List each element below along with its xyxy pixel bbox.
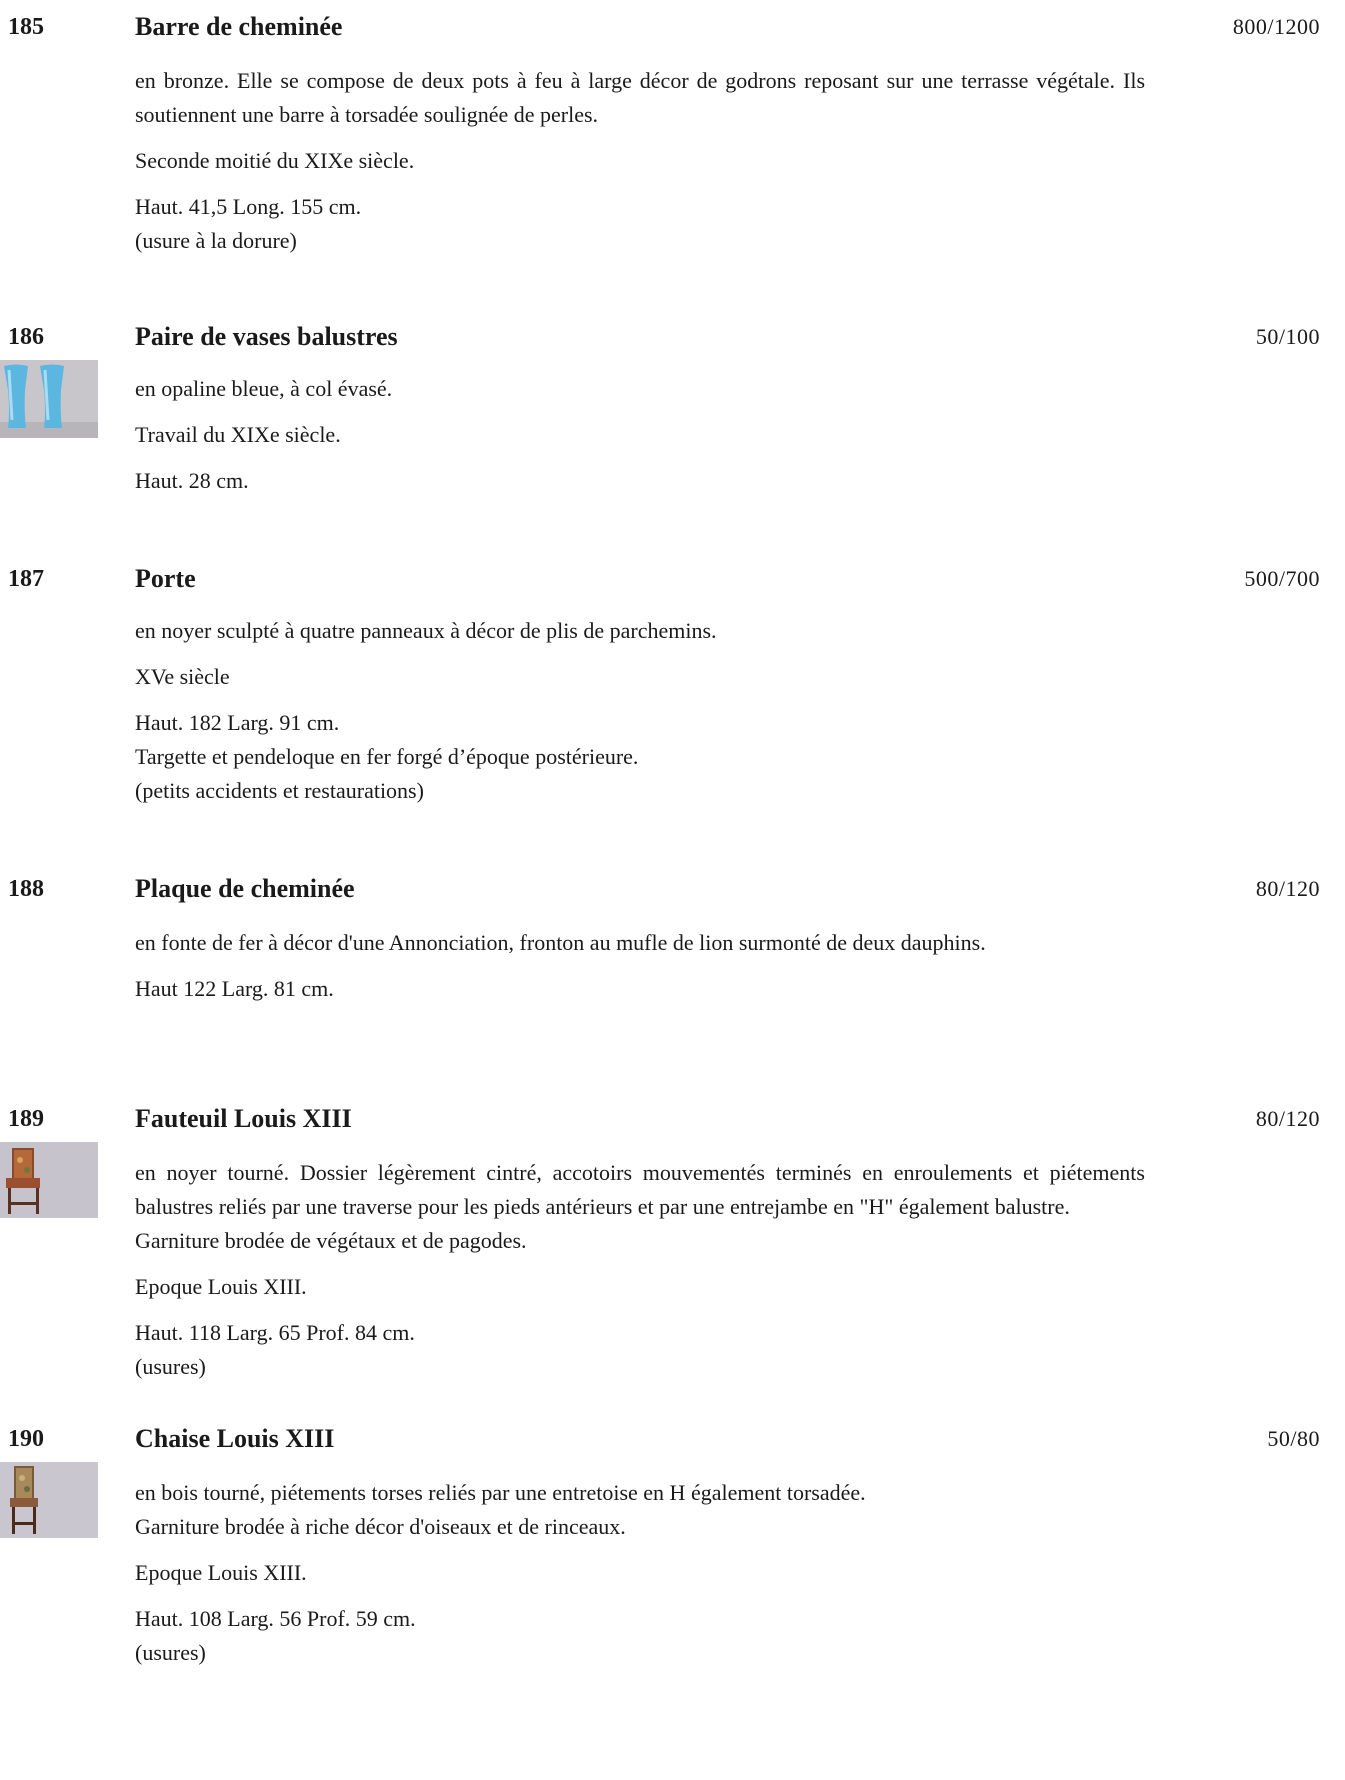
- chair-thumbnail-image: [0, 1462, 98, 1538]
- lot-title: Chaise Louis XIII: [135, 1424, 335, 1453]
- lot-description: en bois tourné, piétements torses reliés…: [135, 1480, 866, 1505]
- lot-description: en noyer tourné. Dossier légèrement cint…: [135, 1160, 1145, 1219]
- lot-period: Travail du XIXe siècle.: [135, 422, 341, 447]
- lot-period: Epoque Louis XIII.: [135, 1560, 307, 1585]
- lot-dimensions: Haut. 28 cm.: [135, 468, 249, 493]
- lot-dimensions: Haut. 182 Larg. 91 cm.: [135, 710, 340, 735]
- lot-dimensions: Haut. 41,5 Long. 155 cm.: [135, 194, 362, 219]
- lot-number: 188: [8, 876, 44, 902]
- lot-description: en opaline bleue, à col évasé.: [135, 376, 393, 401]
- armchair-thumbnail-image: [0, 1142, 98, 1218]
- lot-description: en bronze. Elle se compose de deux pots …: [135, 68, 1145, 127]
- lot-dimensions: Haut 122 Larg. 81 cm.: [135, 976, 334, 1001]
- lot-number: 186: [8, 324, 44, 350]
- lot-estimate: 80/120: [1255, 1106, 1320, 1131]
- lot-estimate: 800/1200: [1232, 14, 1320, 39]
- lot-estimate: 50/80: [1267, 1426, 1320, 1451]
- lot-title: Plaque de cheminée: [135, 874, 355, 903]
- lot-estimate: 500/700: [1244, 566, 1320, 591]
- lot-number: 187: [8, 566, 44, 592]
- lot-description: en noyer sculpté à quatre panneaux à déc…: [135, 618, 717, 643]
- lot-note: Targette et pendeloque en fer forgé d’ép…: [135, 744, 639, 769]
- lot-period: Epoque Louis XIII.: [135, 1274, 307, 1299]
- lot-description-2: Garniture brodée de végétaux et de pagod…: [135, 1228, 527, 1253]
- lot-dimensions: Haut. 108 Larg. 56 Prof. 59 cm.: [135, 1606, 416, 1631]
- lot-number: 185: [8, 14, 44, 40]
- lot-period: Seconde moitié du XIXe siècle.: [135, 148, 415, 173]
- lot-number: 189: [8, 1106, 44, 1132]
- lot-title: Paire de vases balustres: [135, 322, 398, 351]
- lot-number: 190: [8, 1426, 44, 1452]
- lot-title: Porte: [135, 564, 196, 593]
- lot-title: Fauteuil Louis XIII: [135, 1104, 352, 1133]
- lot-note: (petits accidents et restaurations): [135, 778, 424, 803]
- lot-estimate: 80/120: [1255, 876, 1320, 901]
- lot-dimensions: Haut. 118 Larg. 65 Prof. 84 cm.: [135, 1320, 415, 1345]
- lot-note: (usure à la dorure): [135, 228, 297, 253]
- lot-description-2: Garniture brodée à riche décor d'oiseaux…: [135, 1514, 626, 1539]
- lot-title: Barre de cheminée: [135, 12, 343, 41]
- lot-note: (usures): [135, 1640, 206, 1665]
- lot-description: en fonte de fer à décor d'une Annonciati…: [135, 930, 986, 955]
- lot-period: XVe siècle: [135, 664, 230, 689]
- lot-estimate: 50/100: [1255, 324, 1320, 349]
- vases-thumbnail-image: [0, 360, 98, 438]
- lot-note: (usures): [135, 1354, 206, 1379]
